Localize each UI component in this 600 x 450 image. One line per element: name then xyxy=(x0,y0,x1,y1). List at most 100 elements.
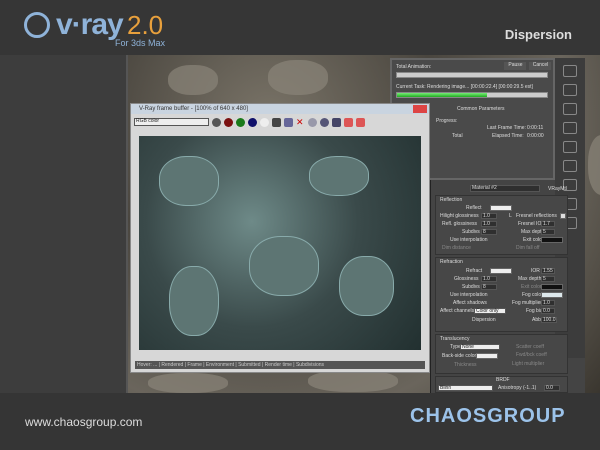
last-frame-value: 0:00:11 xyxy=(527,125,544,131)
refract-swatch[interactable] xyxy=(490,268,512,274)
material-type[interactable]: VRayMtl xyxy=(548,186,567,192)
vray-logo-icon xyxy=(24,12,50,38)
reflect-swatch[interactable] xyxy=(490,205,512,211)
track-mouse-icon[interactable] xyxy=(308,117,317,127)
blue-channel-icon[interactable] xyxy=(248,117,257,127)
reflection-rollout: Reflection Reflect Hilight glossiness 1.… xyxy=(435,195,568,255)
total-progress-bar xyxy=(396,72,548,78)
logo-brand: v·ray xyxy=(56,8,124,41)
affect-channels-label: Affect channels xyxy=(440,308,475,314)
frame-buffer-window: V-Ray frame buffer - [100% of 640 x 480]… xyxy=(130,103,430,373)
red-channel-icon[interactable] xyxy=(224,117,233,127)
exit-color-label: Exit color xyxy=(521,284,542,290)
subdivs-label: Subdivs xyxy=(462,229,480,235)
max-depth-label: Max depth xyxy=(518,276,542,282)
history-icon[interactable] xyxy=(356,117,365,127)
alpha-channel-icon[interactable] xyxy=(260,117,269,127)
fresnel-checkbox[interactable] xyxy=(560,213,566,219)
uv-tiling-icon[interactable] xyxy=(563,141,577,153)
sample-type-icon[interactable] xyxy=(563,84,577,96)
region-render-icon[interactable] xyxy=(320,117,329,127)
light-multiplier-label: Light multiplier xyxy=(512,361,545,367)
brdf-type-dropdown[interactable]: Blinn xyxy=(438,385,493,391)
anisotropy-label: Anisotropy (-1..1) xyxy=(498,385,537,391)
progress-label: Progress: xyxy=(436,118,458,124)
elapsed-label: Elapsed Time: xyxy=(492,133,524,139)
anisotropy-input[interactable]: 0.0 xyxy=(544,385,560,391)
fog-color-swatch[interactable] xyxy=(541,292,563,298)
translucency-type-dropdown[interactable]: None xyxy=(460,344,500,350)
translucency-header[interactable]: Translucency xyxy=(440,336,470,342)
chaosgroup-logo: CHAOSGROUP xyxy=(410,405,566,427)
use-interpolation-checkbox[interactable]: Use interpolation xyxy=(450,237,488,243)
frame-buffer-status: Hover: ... | Rendered | Frame | Environm… xyxy=(135,361,425,369)
scatter-coeff-label: Scatter coeff xyxy=(516,344,544,350)
backlight-icon[interactable] xyxy=(563,103,577,115)
logo-version: 2.0 xyxy=(127,10,164,40)
mono-icon[interactable] xyxy=(212,117,221,127)
logo-subtitle: For 3ds Max xyxy=(115,38,166,48)
close-button[interactable] xyxy=(413,105,427,113)
pause-button[interactable]: Pause xyxy=(504,62,526,70)
total-animation-label: Total Animation: xyxy=(396,64,432,70)
reflect-label: Reflect xyxy=(466,205,482,211)
hilight-glossiness-label: Hilight glossiness xyxy=(440,213,479,219)
abbe-input[interactable]: 100.0 xyxy=(541,317,557,323)
frame-buffer-toolbar: RGB color ✕ xyxy=(131,114,429,130)
clear-icon[interactable]: ✕ xyxy=(296,117,305,127)
cancel-button[interactable]: Cancel xyxy=(529,62,551,70)
lock-l-button[interactable]: L xyxy=(509,213,512,219)
total-label: Total xyxy=(452,133,463,139)
frame-buffer-titlebar: V-Ray frame buffer - [100% of 640 x 480] xyxy=(131,104,429,114)
dim-distance-label: Dim distance xyxy=(442,245,471,251)
glossiness-input[interactable]: 1.0 xyxy=(481,276,497,282)
save-icon[interactable] xyxy=(272,117,281,127)
material-name-dropdown[interactable]: Material #2 xyxy=(470,185,540,192)
fresnel-label: Fresnel reflections xyxy=(516,213,557,219)
refl-glossiness-input[interactable]: 1.0 xyxy=(481,221,497,227)
fog-bias-input[interactable]: 0.0 xyxy=(541,308,555,314)
left-panel xyxy=(0,55,128,393)
dispersion-checkbox[interactable]: Dispersion xyxy=(472,317,496,323)
brdf-header[interactable]: BRDF xyxy=(496,377,510,383)
fresnel-ior-input[interactable]: 1.7 xyxy=(541,221,555,227)
max-depth-input[interactable]: 5 xyxy=(541,276,555,282)
affect-channels-dropdown[interactable]: Color only xyxy=(474,308,506,314)
render-icon[interactable] xyxy=(332,117,341,127)
affect-shadows-checkbox[interactable]: Affect shadows xyxy=(453,300,487,306)
max-depth-input[interactable]: 5 xyxy=(541,229,555,235)
subdivs-input[interactable]: 8 xyxy=(481,229,497,235)
rendered-image xyxy=(139,136,421,350)
hilight-glossiness-input[interactable]: 1.0 xyxy=(481,213,497,219)
website-link[interactable]: www.chaosgroup.com xyxy=(25,415,142,429)
open-icon[interactable] xyxy=(284,117,293,127)
background-icon[interactable] xyxy=(563,122,577,134)
window-title: V-Ray frame buffer - [100% of 640 x 480] xyxy=(139,106,248,112)
pick-material-icon[interactable] xyxy=(563,65,577,77)
ior-label: IOR xyxy=(531,268,540,274)
use-interpolation-checkbox[interactable]: Use interpolation xyxy=(450,292,488,298)
elapsed-value: 0:00:00 xyxy=(527,133,544,139)
last-frame-label: Last Frame Time: xyxy=(487,125,526,131)
channel-dropdown[interactable]: RGB color xyxy=(134,118,209,126)
fwd-bck-coeff-label: Fwd/bck coeff xyxy=(516,352,547,358)
ior-input[interactable]: 1.55 xyxy=(541,268,555,274)
header: v·ray 2.0 For 3ds Max Dispersion xyxy=(0,0,600,55)
exit-color-swatch[interactable] xyxy=(541,237,563,243)
refraction-header[interactable]: Refraction xyxy=(440,259,463,265)
back-side-color-swatch[interactable] xyxy=(476,353,498,359)
back-side-color-label: Back-side color xyxy=(442,353,477,359)
reflection-header[interactable]: Reflection xyxy=(440,197,462,203)
common-parameters-header[interactable]: Common Parameters xyxy=(457,106,505,112)
exit-color-swatch[interactable] xyxy=(541,284,563,290)
video-check-icon[interactable] xyxy=(563,160,577,172)
translucency-rollout: Translucency Type None Scatter coeff Fwd… xyxy=(435,334,568,374)
fog-multiplier-input[interactable]: 1.0 xyxy=(541,300,555,306)
fog-multiplier-label: Fog multiplier xyxy=(512,300,543,306)
stop-icon[interactable] xyxy=(344,117,353,127)
thickness-label: Thickness xyxy=(454,362,477,368)
subdivs-input[interactable]: 8 xyxy=(481,284,497,290)
current-task-text: Current Task: Rendering image... [00:00:… xyxy=(396,84,533,90)
green-channel-icon[interactable] xyxy=(236,117,245,127)
subdivs-label: Subdivs xyxy=(462,284,480,290)
